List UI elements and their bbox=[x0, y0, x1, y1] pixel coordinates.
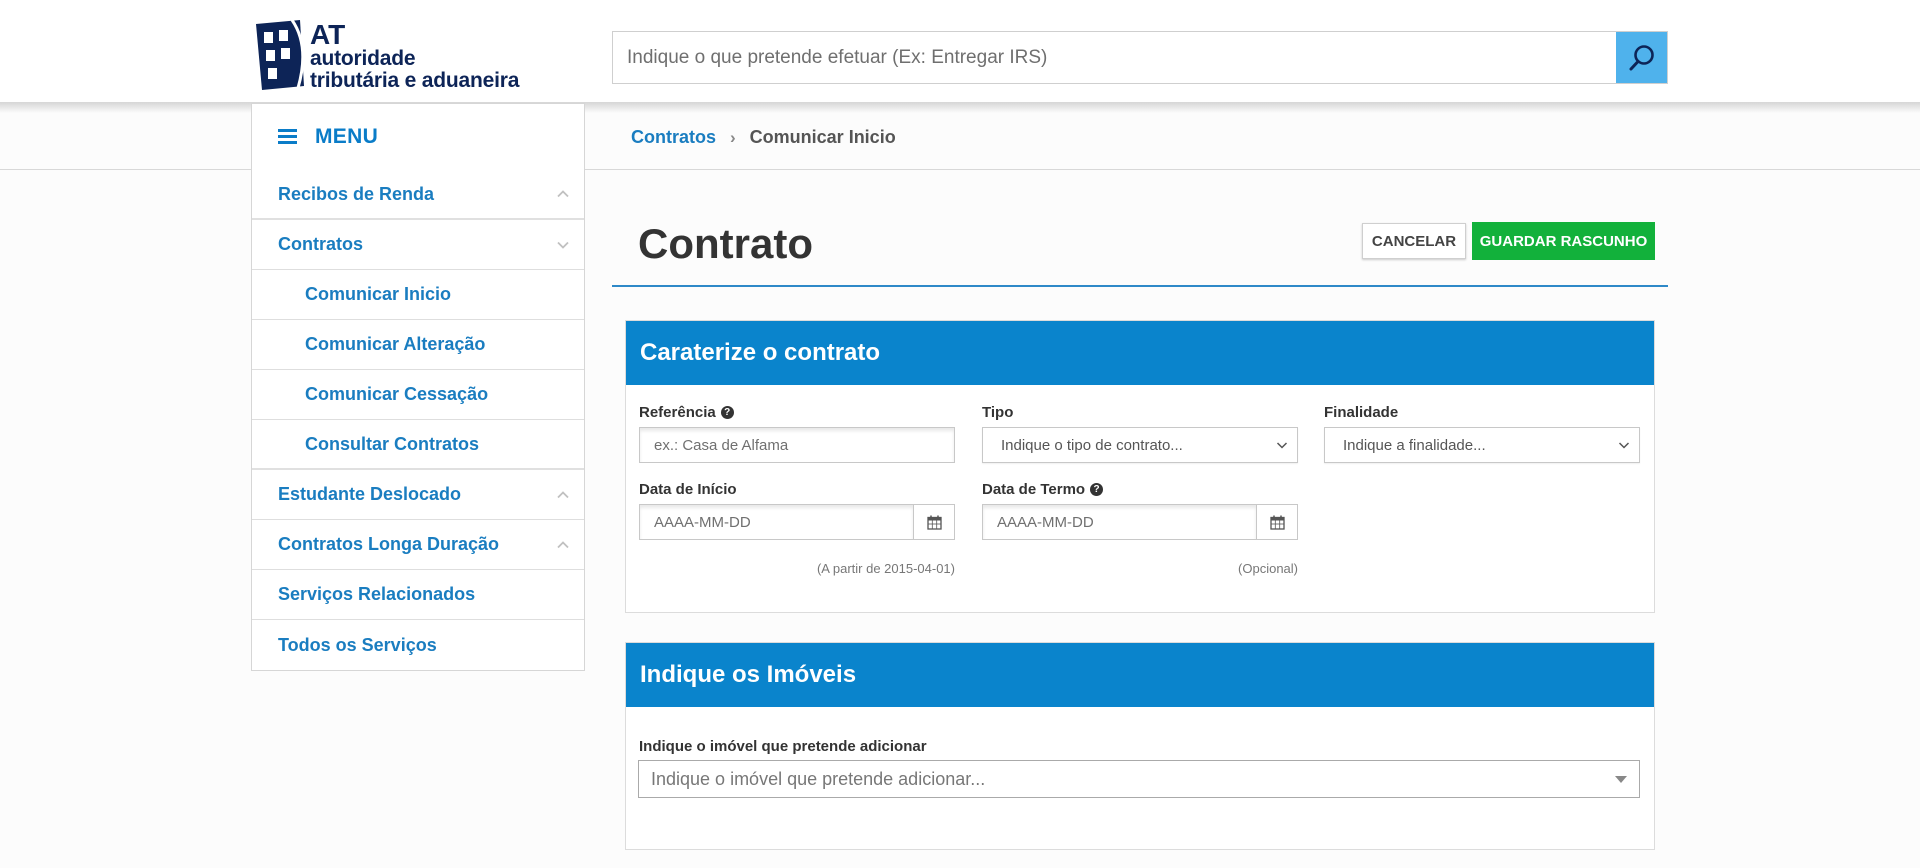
chevron-up-icon bbox=[557, 190, 569, 198]
sidebar-item-label: Comunicar Alteração bbox=[305, 334, 486, 354]
data-termo-input[interactable] bbox=[982, 504, 1257, 540]
chevron-down-icon bbox=[557, 241, 569, 249]
sidebar-item-label: Consultar Contratos bbox=[305, 433, 480, 454]
sidebar-item-label: Comunicar Cessação bbox=[305, 384, 489, 404]
search-icon bbox=[1629, 44, 1654, 70]
sidebar-item-consultar-contratos[interactable]: Consultar Contratos bbox=[252, 420, 584, 470]
chevron-down-icon bbox=[1618, 442, 1630, 449]
save-draft-button[interactable]: GUARDAR RASCUNHO bbox=[1472, 222, 1655, 260]
data-inicio-input[interactable] bbox=[639, 504, 914, 540]
sidebar-item-servicos-relacionados[interactable]: Serviços Relacionados bbox=[252, 570, 584, 620]
menu-label: MENU bbox=[315, 125, 379, 148]
sidebar-item-label: Comunicar Inicio bbox=[305, 284, 452, 304]
chevron-down-icon bbox=[1276, 442, 1288, 449]
page-title: Contrato bbox=[638, 220, 813, 267]
tipo-label: Tipo bbox=[982, 404, 1014, 421]
breadcrumb-contratos[interactable]: Contratos bbox=[631, 127, 716, 148]
data-termo-calendar-button[interactable] bbox=[1256, 504, 1298, 540]
top-header: AT autoridade tributária e aduaneira bbox=[0, 0, 1920, 103]
sidebar-item-comunicar-cessacao[interactable]: Comunicar Cessação bbox=[252, 370, 584, 420]
breadcrumb: Contratos › Comunicar Inicio bbox=[631, 127, 896, 148]
search-input[interactable] bbox=[613, 32, 1617, 83]
data-inicio-label: Data de Início bbox=[639, 481, 737, 498]
panel-title: Caraterize o contrato bbox=[626, 321, 1654, 385]
logo-line-2: autoridade bbox=[310, 47, 416, 70]
referencia-label-text: Referência bbox=[639, 404, 716, 421]
sidebar-item-comunicar-inicio[interactable]: Comunicar Inicio bbox=[252, 270, 584, 320]
sidebar-item-label: Contratos Longa Duração bbox=[278, 534, 500, 554]
finalidade-select-value: Indique a finalidade... bbox=[1343, 436, 1486, 454]
chevron-up-icon bbox=[557, 540, 569, 548]
finalidade-select[interactable]: Indique a finalidade... bbox=[1324, 427, 1640, 463]
calendar-icon bbox=[926, 515, 942, 530]
help-icon[interactable]: ? bbox=[720, 406, 734, 419]
sidebar-item-todos-os-servicos[interactable]: Todos os Serviços bbox=[252, 620, 584, 670]
sidebar-item-estudante-deslocado[interactable]: Estudante Deslocado bbox=[252, 470, 584, 520]
caret-down-icon bbox=[1615, 776, 1627, 783]
tipo-select-value: Indique o tipo de contrato... bbox=[1001, 436, 1183, 454]
at-emblem-icon bbox=[256, 19, 305, 90]
data-inicio-calendar-button[interactable] bbox=[913, 504, 955, 540]
hamburger-icon bbox=[278, 129, 297, 145]
sidebar-item-contratos-longa-duracao[interactable]: Contratos Longa Duração bbox=[252, 520, 584, 570]
referencia-input[interactable] bbox=[639, 427, 955, 463]
sidebar-item-label: Contratos bbox=[278, 234, 363, 254]
at-logo[interactable]: AT autoridade tributária e aduaneira bbox=[252, 16, 542, 92]
sidebar-item-label: Todos os Serviços bbox=[278, 634, 437, 655]
logo-line-3: tributária e aduaneira bbox=[310, 69, 520, 92]
sidebar-item-recibos-de-renda[interactable]: Recibos de Renda bbox=[252, 170, 584, 220]
referencia-label: Referência ? bbox=[639, 404, 734, 421]
panel-title: Indique os Imóveis bbox=[626, 643, 1654, 707]
logo-at: AT bbox=[310, 19, 346, 50]
menu-toggle[interactable]: MENU bbox=[251, 103, 585, 171]
search-bar bbox=[612, 31, 1668, 84]
help-icon[interactable]: ? bbox=[1090, 483, 1104, 496]
sidebar-menu: Recibos de Renda Contratos Comunicar Ini… bbox=[251, 170, 585, 671]
title-divider bbox=[612, 285, 1668, 287]
data-termo-label-text: Data de Termo bbox=[982, 481, 1086, 498]
breadcrumb-current: Comunicar Inicio bbox=[749, 127, 896, 147]
sidebar-item-label: Estudante Deslocado bbox=[278, 484, 462, 504]
imovel-select[interactable]: Indique o imóvel que pretende adicionar.… bbox=[638, 760, 1640, 798]
sidebar-item-contratos[interactable]: Contratos bbox=[252, 220, 584, 270]
sidebar-item-label: Recibos de Renda bbox=[278, 183, 435, 204]
tipo-select[interactable]: Indique o tipo de contrato... bbox=[982, 427, 1298, 463]
data-inicio-hint: (A partir de 2015-04-01) bbox=[816, 561, 955, 576]
chevron-up-icon bbox=[557, 490, 569, 498]
imovel-select-value: Indique o imóvel que pretende adicionar.… bbox=[651, 768, 986, 789]
logo-text: AT autoridade tributária e aduaneira bbox=[310, 19, 520, 92]
finalidade-label: Finalidade bbox=[1324, 404, 1399, 421]
calendar-icon bbox=[1269, 515, 1285, 530]
sidebar-item-comunicar-alteracao[interactable]: Comunicar Alteração bbox=[252, 320, 584, 370]
cancel-button[interactable]: CANCELAR bbox=[1362, 223, 1466, 259]
data-termo-label: Data de Termo ? bbox=[982, 481, 1104, 498]
search-button[interactable] bbox=[1616, 32, 1667, 83]
breadcrumb-separator: › bbox=[730, 127, 736, 147]
imovel-label: Indique o imóvel que pretende adicionar bbox=[639, 738, 927, 755]
data-termo-hint: (Opcional) bbox=[1238, 561, 1298, 576]
sidebar-item-label: Serviços Relacionados bbox=[278, 584, 476, 604]
